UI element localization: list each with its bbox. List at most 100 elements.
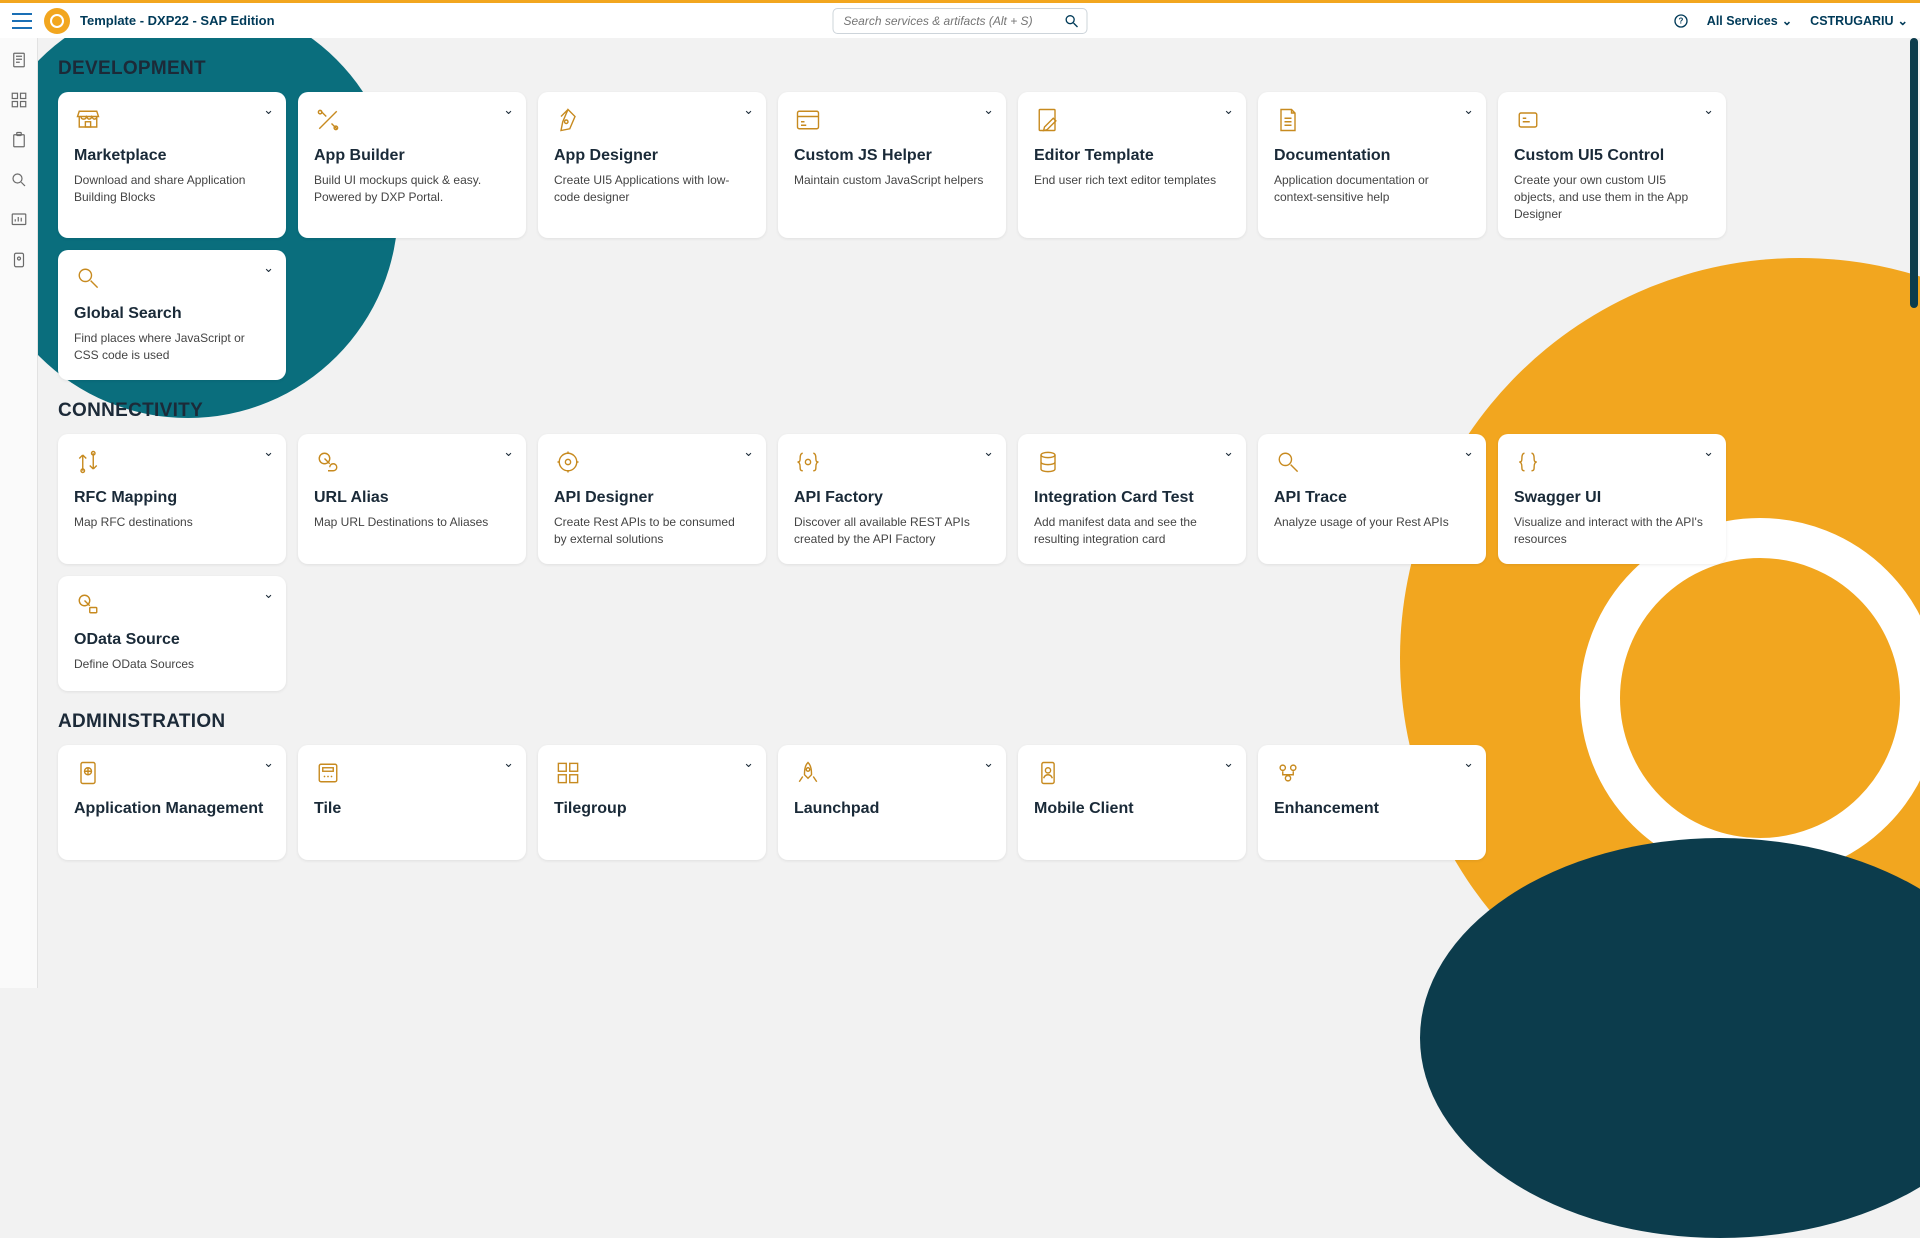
card-title: App Builder	[314, 146, 510, 166]
service-card[interactable]: ⌄ Swagger UI Visualize and interact with…	[1498, 434, 1726, 564]
service-card[interactable]: ⌄ Launchpad	[778, 745, 1006, 860]
service-card[interactable]: ⌄ Integration Card Test Add manifest dat…	[1018, 434, 1246, 564]
chevron-down-icon[interactable]: ⌄	[743, 755, 754, 771]
chevron-down-icon[interactable]: ⌄	[1703, 102, 1714, 118]
tools-icon	[314, 106, 510, 136]
card-title: Integration Card Test	[1034, 488, 1230, 508]
tile-grid-icon	[554, 759, 750, 789]
service-card[interactable]: ⌄ Application Management	[58, 745, 286, 860]
service-card[interactable]: ⌄ App Builder Build UI mockups quick & e…	[298, 92, 526, 238]
rocket-icon	[794, 759, 990, 789]
card-title: Enhancement	[1274, 799, 1470, 819]
curly-icon	[1514, 448, 1710, 478]
chevron-down-icon[interactable]: ⌄	[1223, 755, 1234, 771]
service-card[interactable]: ⌄ API Designer Create Rest APIs to be co…	[538, 434, 766, 564]
sidebar-document-icon[interactable]	[9, 50, 29, 70]
card-description: Map RFC destinations	[74, 514, 270, 531]
card-title: Documentation	[1274, 146, 1470, 166]
sidebar-search-icon[interactable]	[9, 170, 29, 190]
chevron-down-icon[interactable]: ⌄	[263, 755, 274, 771]
card-description: Create your own custom UI5 objects, and …	[1514, 172, 1710, 222]
card-description: Maintain custom JavaScript helpers	[794, 172, 990, 189]
service-card[interactable]: ⌄ RFC Mapping Map RFC destinations	[58, 434, 286, 564]
user-menu[interactable]: CSTRUGARIU ⌄	[1810, 13, 1908, 28]
service-card[interactable]: ⌄ Custom JS Helper Maintain custom JavaS…	[778, 92, 1006, 238]
service-card[interactable]: ⌄ Editor Template End user rich text edi…	[1018, 92, 1246, 238]
sidebar-grid-icon[interactable]	[9, 90, 29, 110]
chevron-down-icon[interactable]: ⌄	[263, 260, 274, 276]
card-description: Analyze usage of your Rest APIs	[1274, 514, 1470, 531]
search-input[interactable]	[833, 8, 1088, 34]
card-description: Create Rest APIs to be consumed by exter…	[554, 514, 750, 548]
service-card[interactable]: ⌄ API Trace Analyze usage of your Rest A…	[1258, 434, 1486, 564]
topbar: Template - DXP22 - SAP Edition ? All Ser…	[0, 0, 1920, 38]
service-card[interactable]: ⌄ Custom UI5 Control Create your own cus…	[1498, 92, 1726, 238]
help-icon[interactable]: ?	[1673, 13, 1689, 29]
card-title: OData Source	[74, 630, 270, 650]
logo-icon[interactable]	[44, 8, 70, 34]
section-title: ADMINISTRATION	[58, 711, 1920, 733]
service-card[interactable]: ⌄ Tilegroup	[538, 745, 766, 860]
chevron-down-icon[interactable]: ⌄	[743, 444, 754, 460]
search-container	[833, 8, 1088, 34]
card-description: Create UI5 Applications with low-code de…	[554, 172, 750, 206]
service-card[interactable]: ⌄ API Factory Discover all available RES…	[778, 434, 1006, 564]
service-card[interactable]: ⌄ App Designer Create UI5 Applications w…	[538, 92, 766, 238]
sidebar	[0, 38, 38, 988]
sidebar-clipboard-icon[interactable]	[9, 130, 29, 150]
service-card[interactable]: ⌄ Documentation Application documentatio…	[1258, 92, 1486, 238]
card-title: API Designer	[554, 488, 750, 508]
chevron-down-icon[interactable]: ⌄	[1463, 444, 1474, 460]
card-title: Custom UI5 Control	[1514, 146, 1710, 166]
card-title: Marketplace	[74, 146, 270, 166]
chevron-down-icon[interactable]: ⌄	[263, 444, 274, 460]
chevron-down-icon: ⌄	[1898, 13, 1908, 28]
edit-doc-icon	[1034, 106, 1230, 136]
card-description: Download and share Application Building …	[74, 172, 270, 206]
js-brackets-icon	[794, 106, 990, 136]
card-description: Find places where JavaScript or CSS code…	[74, 330, 270, 364]
search-icon[interactable]	[1064, 13, 1080, 34]
sidebar-dashboard-icon[interactable]	[9, 210, 29, 230]
svg-text:?: ?	[1678, 16, 1683, 25]
chevron-down-icon[interactable]: ⌄	[503, 444, 514, 460]
chevron-down-icon[interactable]: ⌄	[983, 755, 994, 771]
card-description: Build UI mockups quick & easy. Powered b…	[314, 172, 510, 206]
service-card[interactable]: ⌄ Marketplace Download and share Applica…	[58, 92, 286, 238]
card-description: Add manifest data and see the resulting …	[1034, 514, 1230, 548]
chevron-down-icon[interactable]: ⌄	[263, 102, 274, 118]
chevron-down-icon[interactable]: ⌄	[1463, 755, 1474, 771]
sidebar-hint-icon[interactable]	[9, 250, 29, 270]
chevron-down-icon[interactable]: ⌄	[983, 102, 994, 118]
card-description: Map URL Destinations to Aliases	[314, 514, 510, 531]
magnify-icon	[74, 264, 270, 294]
chevron-down-icon[interactable]: ⌄	[743, 102, 754, 118]
chevron-down-icon[interactable]: ⌄	[1703, 444, 1714, 460]
card-grid: ⌄ Marketplace Download and share Applica…	[58, 92, 1920, 380]
service-card[interactable]: ⌄ Global Search Find places where JavaSc…	[58, 250, 286, 380]
circle-gear-icon	[554, 448, 750, 478]
phone-user-icon	[1034, 759, 1230, 789]
chevron-down-icon[interactable]: ⌄	[503, 102, 514, 118]
service-card[interactable]: ⌄ URL Alias Map URL Destinations to Alia…	[298, 434, 526, 564]
doc-lines-icon	[1274, 106, 1470, 136]
chevron-down-icon[interactable]: ⌄	[1463, 102, 1474, 118]
card-title: Tile	[314, 799, 510, 819]
cloud-link-icon	[314, 448, 510, 478]
magnify-icon	[1274, 448, 1470, 478]
service-card[interactable]: ⌄ OData Source Define OData Sources	[58, 576, 286, 691]
chevron-down-icon[interactable]: ⌄	[263, 586, 274, 602]
card-grid: ⌄ Application Management ⌄ Tile ⌄ Tilegr…	[58, 745, 1920, 860]
all-services-dropdown[interactable]: All Services ⌄	[1707, 13, 1792, 28]
section: ADMINISTRATION ⌄ Application Management …	[58, 711, 1920, 860]
chevron-down-icon[interactable]: ⌄	[1223, 102, 1234, 118]
chevron-down-icon[interactable]: ⌄	[1223, 444, 1234, 460]
chevron-down-icon: ⌄	[1782, 13, 1792, 28]
service-card[interactable]: ⌄ Mobile Client	[1018, 745, 1246, 860]
chevron-down-icon[interactable]: ⌄	[503, 755, 514, 771]
service-card[interactable]: ⌄ Tile	[298, 745, 526, 860]
chevron-down-icon[interactable]: ⌄	[983, 444, 994, 460]
all-services-label: All Services	[1707, 14, 1778, 28]
hamburger-menu-icon[interactable]	[12, 13, 32, 29]
service-card[interactable]: ⌄ Enhancement	[1258, 745, 1486, 860]
